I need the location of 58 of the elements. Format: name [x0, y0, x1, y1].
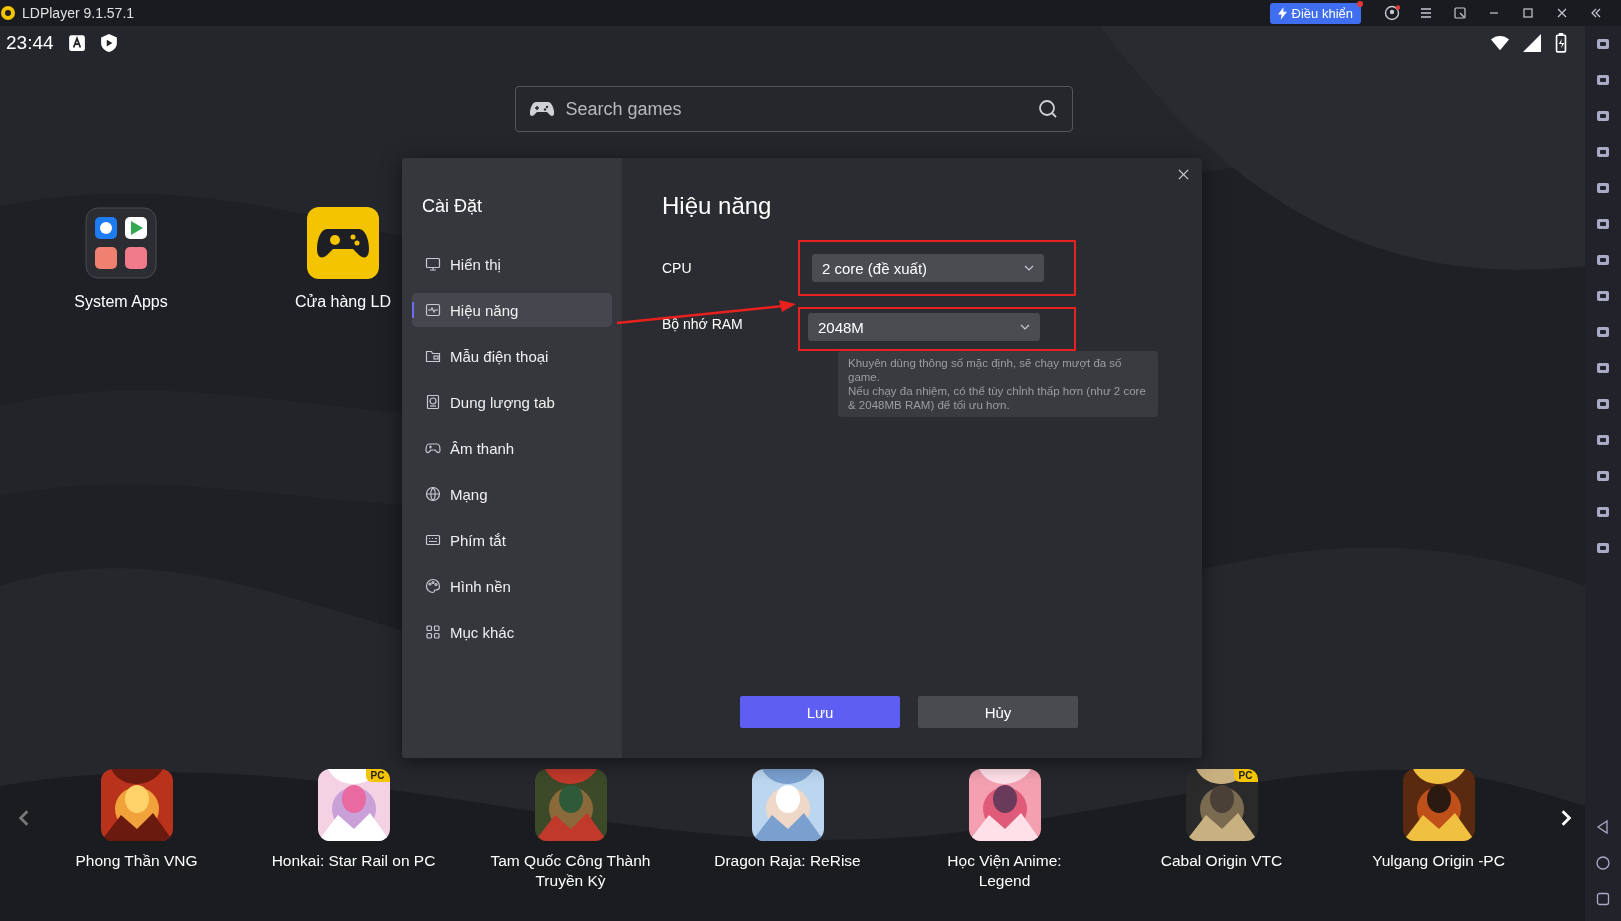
- palette-icon: [425, 578, 441, 594]
- gamepad-icon: [425, 440, 441, 456]
- game-title[interactable]: Tam Quốc Công Thành Truyền Kỳ: [486, 851, 655, 891]
- dropdown[interactable]: 2048M: [808, 313, 1040, 341]
- search-field[interactable]: Search games: [514, 86, 1073, 132]
- control-button[interactable]: Điều khiển: [1269, 2, 1361, 24]
- hint-text: Nếu chạy đa nhiệm, có thể tùy chỉnh thấp hơn (như 2 core & 2048MB RAM) để tối ưu hơn.: [848, 384, 1147, 412]
- shield-icon: [99, 34, 118, 52]
- field-label: CPU: [662, 260, 693, 276]
- chevron-down-icon: [1020, 324, 1030, 330]
- monitor-icon: [425, 256, 441, 272]
- globe-icon: [425, 486, 441, 502]
- chevron-down-icon: [1024, 265, 1034, 271]
- settings-nav-item[interactable]: Âm thanh: [412, 431, 612, 465]
- home-icon[interactable]: [1595, 855, 1611, 871]
- settings-nav-item[interactable]: Mẫu điện thoại: [412, 339, 612, 373]
- game-title[interactable]: Phong Thần VNG: [75, 851, 198, 871]
- settings-nav-item[interactable]: Dung lượng tab: [412, 385, 612, 419]
- search-icon[interactable]: [1037, 99, 1058, 119]
- game-title[interactable]: Yulgang Origin -PC: [1372, 851, 1505, 871]
- back-icon[interactable]: [1595, 819, 1611, 835]
- section-title: Hiệu năng: [662, 192, 773, 220]
- dialog-title: Cài Đặt: [421, 196, 484, 217]
- menu-icon[interactable]: [1418, 5, 1434, 21]
- dropdown[interactable]: 2 core (đề xuất): [812, 254, 1044, 282]
- hint-text: Khuyên dùng thông số mặc định, sẽ chạy mượt đa số game.: [848, 356, 1123, 384]
- settings-nav-item[interactable]: Hiệu năng: [412, 293, 612, 327]
- app-label: Cửa hàng LD: [294, 293, 392, 311]
- window-title: LDPlayer 9.1.57.1: [22, 5, 135, 21]
- field-label: Bộ nhớ RAM: [662, 315, 744, 332]
- recent-apps-icon[interactable]: [1595, 891, 1611, 907]
- settings-nav-item[interactable]: Mạng: [412, 477, 612, 511]
- pulse-icon: [425, 302, 441, 318]
- close-icon[interactable]: [1177, 168, 1190, 181]
- app-folder-icon[interactable]: [85, 207, 157, 279]
- grid-icon: [425, 624, 441, 640]
- wifi-icon: [1491, 34, 1509, 52]
- cancel-button[interactable]: Hủy: [918, 696, 1078, 728]
- lightning-icon: [1277, 6, 1287, 20]
- gamepad-app-icon[interactable]: [307, 207, 379, 279]
- settings-nav-item[interactable]: Hình nền: [412, 569, 612, 603]
- gamepad-icon: [529, 101, 554, 117]
- app-label: System Apps: [74, 293, 168, 311]
- signal-icon: [1523, 34, 1541, 52]
- game-title[interactable]: Cabal Origin VTC: [1160, 851, 1283, 871]
- battery-icon: [1555, 33, 1567, 53]
- game-title[interactable]: Honkai: Star Rail on PC: [271, 851, 436, 871]
- settings-nav-item[interactable]: Hiển thị: [412, 247, 612, 281]
- clock-time: 23:44: [6, 32, 54, 54]
- search-input[interactable]: Search games: [563, 97, 1028, 121]
- game-title[interactable]: Học Viện Anime: Legend: [920, 851, 1089, 891]
- maximize-icon[interactable]: [1520, 5, 1536, 21]
- save-button[interactable]: Lưu: [740, 696, 900, 728]
- user-icon[interactable]: [1384, 5, 1400, 21]
- game-title[interactable]: Dragon Raja: ReRise: [714, 851, 861, 871]
- settings-nav-item[interactable]: Phím tắt: [412, 523, 612, 557]
- settings-nav-item[interactable]: Mục khác: [412, 615, 612, 649]
- window-sync-icon[interactable]: [1452, 5, 1468, 21]
